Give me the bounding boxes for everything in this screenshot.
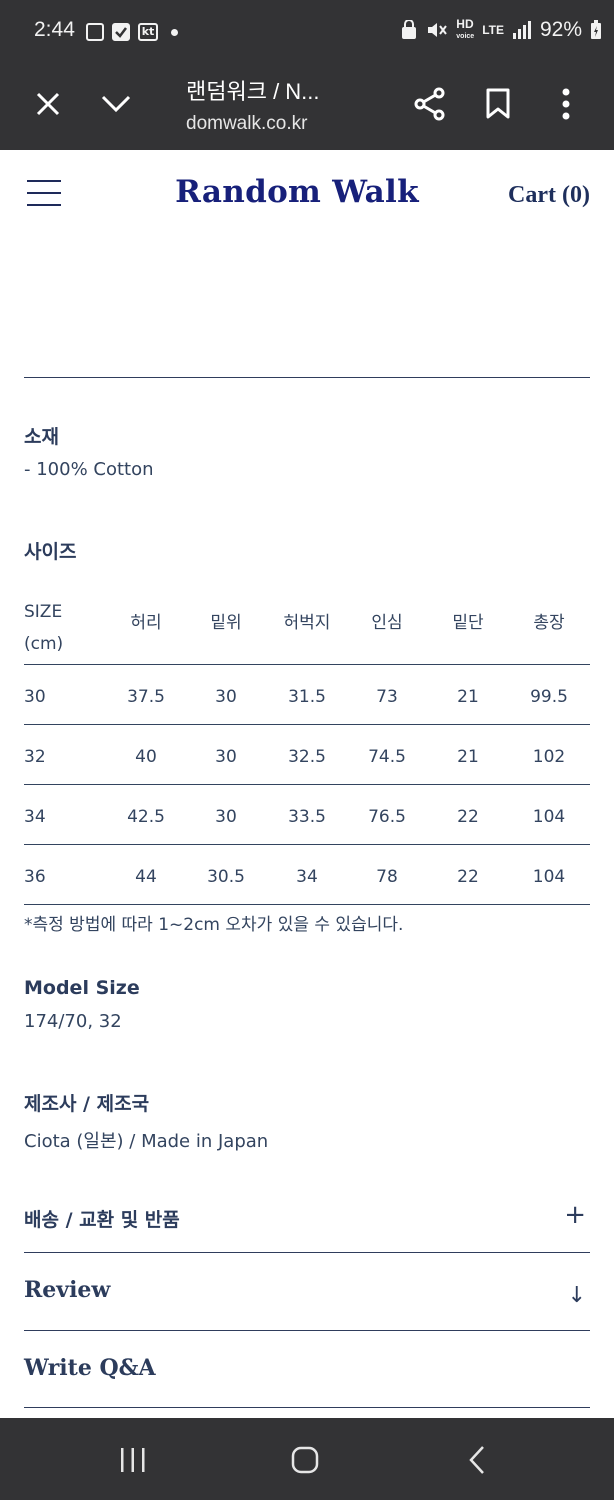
shipping-label: 배송 / 교환 및 반품 [24, 1209, 180, 1231]
table-cell: 22 [457, 867, 479, 887]
manufacturer-value: Ciota (일본) / Made in Japan [24, 1131, 269, 1152]
site-header: Random Walk Cart (0) [0, 150, 614, 240]
logo-text: Random Walk [175, 174, 419, 210]
table-cell: 104 [532, 867, 566, 887]
recent-apps-button[interactable] [111, 1438, 155, 1482]
url-text[interactable]: domwalk.co.kr [186, 113, 307, 135]
table-cell: 30.5 [207, 867, 245, 887]
divider [24, 377, 590, 378]
model-size-value: 174/70, 32 [24, 1011, 122, 1032]
table-cell: 33.5 [288, 807, 326, 827]
share-button[interactable] [408, 82, 452, 126]
status-time: 2:44 [34, 18, 75, 41]
sizes-title: 사이즈 [24, 541, 77, 563]
table-cell: 21 [457, 687, 479, 707]
battery-icon [591, 20, 601, 39]
lte-icon: LTE [482, 23, 504, 37]
signal-icon [512, 21, 531, 39]
mute-icon [428, 23, 448, 37]
notification-dot [171, 29, 178, 36]
table-cell: 99.5 [530, 687, 568, 707]
table-cell: 22 [457, 807, 479, 827]
system-nav-bar [0, 1418, 614, 1500]
header-col: 인심 [371, 613, 403, 633]
chevron-down-icon [101, 95, 131, 113]
table-cell: 34 [24, 807, 46, 827]
header-size: SIZE (cm) [24, 596, 63, 660]
table-cell: 37.5 [127, 687, 165, 707]
header-size-line1: SIZE [24, 602, 63, 622]
close-icon [36, 92, 60, 116]
kt-icon: kt [138, 23, 158, 41]
hd-voice-icon: HD voice [456, 16, 475, 40]
table-cell: 34 [296, 867, 318, 887]
cart-link[interactable]: Cart (0) [508, 182, 590, 209]
back-icon [469, 1446, 484, 1474]
table-row: 36 44 30.5 34 78 22 104 [24, 845, 590, 905]
plus-icon: + [564, 1200, 586, 1230]
header-col: 허리 [130, 613, 162, 633]
table-cell: 40 [135, 747, 157, 767]
table-cell: 30 [215, 807, 237, 827]
back-button[interactable] [455, 1438, 499, 1482]
more-options-button[interactable] [544, 82, 588, 126]
header-col: 총장 [533, 613, 565, 633]
table-cell: 31.5 [288, 687, 326, 707]
recent-apps-icon [121, 1448, 145, 1472]
arrow-down-icon: ↓ [567, 1283, 586, 1308]
close-tab-button[interactable] [26, 82, 70, 126]
share-icon [414, 87, 445, 121]
vpn-icon [402, 20, 417, 39]
header-size-line2: (cm) [24, 634, 64, 654]
review-accordion[interactable]: Review ↓ [24, 1253, 590, 1330]
table-cell: 74.5 [368, 747, 406, 767]
checkbox-icon [112, 23, 130, 41]
shipping-accordion[interactable]: 배송 / 교환 및 반품 + [24, 1192, 590, 1252]
size-table: SIZE (cm) 허리 밑위 허벅지 인심 밑단 총장 30 37.5 30 3… [24, 588, 590, 905]
page-title[interactable]: 랜덤워크 / N... [186, 74, 320, 106]
gallery-icon [86, 23, 104, 41]
table-cell: 73 [376, 687, 398, 707]
table-cell: 32 [24, 747, 46, 767]
table-cell: 76.5 [368, 807, 406, 827]
material-title: 소재 [24, 426, 59, 448]
header-col: 허벅지 [283, 613, 331, 633]
size-table-header: SIZE (cm) 허리 밑위 허벅지 인심 밑단 총장 [24, 588, 590, 665]
home-icon [291, 1446, 319, 1474]
bookmark-icon [486, 88, 510, 119]
header-col: 밑위 [210, 613, 242, 633]
status-bar: 2:44 kt HD voice LTE 92% [0, 0, 614, 64]
table-row: 32 40 30 32.5 74.5 21 102 [24, 725, 590, 785]
table-cell: 104 [532, 807, 566, 827]
bookmark-button[interactable] [476, 82, 520, 126]
qna-accordion[interactable]: Write Q&A [24, 1331, 590, 1407]
table-row: 34 42.5 30 33.5 76.5 22 104 [24, 785, 590, 845]
table-cell: 30 [215, 747, 237, 767]
manufacturer-title: 제조사 / 제조국 [24, 1093, 150, 1115]
divider [24, 1407, 590, 1408]
status-icons: HD voice LTE 92% [400, 18, 602, 42]
table-cell: 102 [532, 747, 566, 767]
table-cell: 78 [376, 867, 398, 887]
material-value: - 100% Cotton [24, 459, 154, 480]
table-cell: 30 [215, 687, 237, 707]
table-cell: 21 [457, 747, 479, 767]
review-label: Review [24, 1277, 111, 1303]
table-cell: 32.5 [288, 747, 326, 767]
table-row: 30 37.5 30 31.5 73 21 99.5 [24, 665, 590, 725]
table-cell: 36 [24, 867, 46, 887]
browser-toolbar: 랜덤워크 / N... domwalk.co.kr [0, 64, 614, 150]
model-size-title: Model Size [24, 977, 140, 999]
table-cell: 30 [24, 687, 46, 707]
measurement-note: *측정 방법에 따라 1~2cm 오차가 있을 수 있습니다. [24, 915, 404, 935]
header-col: 밑단 [452, 613, 484, 633]
home-button[interactable] [283, 1438, 327, 1482]
table-cell: 44 [135, 867, 157, 887]
minimize-button[interactable] [94, 82, 138, 126]
qna-label: Write Q&A [24, 1355, 156, 1381]
table-cell: 42.5 [127, 807, 165, 827]
more-vertical-icon [562, 88, 570, 120]
battery-percent: 92% [539, 18, 582, 41]
